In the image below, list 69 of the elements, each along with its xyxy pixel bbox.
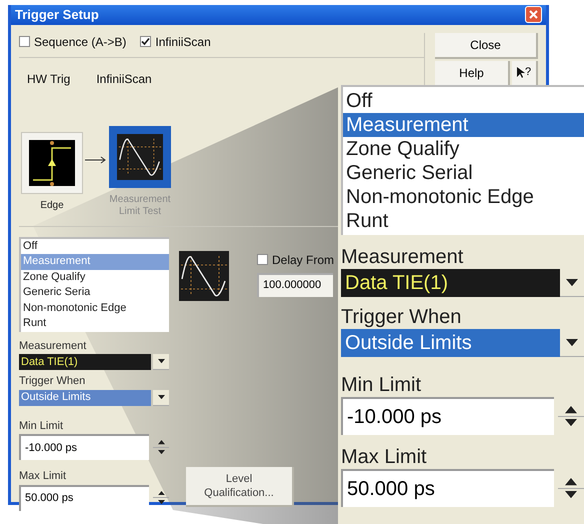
mode-list-item[interactable]: Off (21, 238, 169, 254)
checkbox-label: Delay From (272, 252, 334, 268)
field-label: Measurement (341, 245, 464, 269)
down-arrow-icon (566, 338, 578, 346)
option-label: Sequence (A->B) (34, 34, 126, 50)
mode-list-item[interactable]: Generic Serial (343, 161, 584, 185)
up-arrow-icon (158, 440, 164, 444)
close-icon[interactable] (525, 6, 542, 24)
number-field[interactable]: -10.000 ps (341, 397, 554, 435)
help-button[interactable]: Help (435, 60, 510, 86)
up-arrow-icon (565, 478, 577, 486)
mode-list-item[interactable]: Off (343, 89, 584, 113)
down-arrow-icon (565, 490, 577, 498)
field-label: Max Limit (341, 445, 428, 469)
field-label: Min Limit (341, 373, 422, 397)
window-title: Trigger Setup (15, 6, 99, 24)
option-label: InfiniiScan (155, 34, 211, 50)
spin-up-button[interactable] (558, 476, 584, 488)
spin-up-button[interactable] (153, 488, 169, 498)
pointer-icon (516, 66, 525, 78)
dropdown-field[interactable]: Data TIE(1) (341, 269, 560, 297)
mode-list-item[interactable]: Measurement (343, 113, 584, 137)
waveform-icon (117, 134, 163, 180)
field-label: Measurement (19, 338, 88, 354)
spin-up-button[interactable] (558, 404, 584, 416)
down-arrow-icon (158, 450, 164, 454)
spin-up-button[interactable] (153, 438, 169, 448)
dropdown-field[interactable]: Data TIE(1) (19, 354, 151, 370)
down-arrow-icon (158, 359, 164, 364)
down-arrow-icon (566, 278, 578, 286)
mode-list-item[interactable]: Zone Qualify (343, 137, 584, 161)
mode-list-item[interactable]: Generic Seria (21, 285, 169, 300)
checkbox[interactable] (140, 36, 152, 47)
field-label: Trigger When (19, 374, 86, 389)
stage-label: Edge (40, 200, 64, 212)
number-field[interactable]: 50.000 ps (19, 484, 149, 510)
close-button[interactable]: Close (435, 32, 538, 58)
dropdown-button[interactable] (153, 354, 169, 370)
number-field[interactable]: -10.000 ps (19, 434, 149, 460)
up-arrow-icon (158, 490, 164, 495)
down-arrow-icon (158, 394, 164, 400)
mode-list-item[interactable]: Non-monotonic Edge (343, 185, 584, 209)
mode-list-item[interactable]: Runt (343, 209, 584, 233)
column-header: InfiniiScan (96, 70, 152, 88)
field-label: Trigger When (341, 305, 462, 329)
mode-list-item[interactable]: Zone Qualify (21, 270, 169, 285)
number-field[interactable]: 50.000 ps (341, 469, 554, 507)
level-qualification-button[interactable]: Level Qualification... (186, 466, 294, 506)
field-label: Max Limit (19, 469, 68, 484)
dropdown-field[interactable]: Outside Limits (19, 390, 151, 406)
dropdown-field[interactable]: Outside Limits (341, 329, 560, 357)
delay-field[interactable]: 100.000000 (257, 272, 333, 296)
whats-this-button[interactable]: ? (512, 60, 538, 86)
mode-list-item[interactable]: Non-monotonic Edge (21, 300, 169, 316)
waveform-icon (179, 250, 229, 300)
up-arrow-icon (565, 406, 577, 414)
trigger-stage-button[interactable] (109, 126, 171, 188)
stage-label: Measurement Limit Test (108, 194, 172, 218)
checkbox[interactable] (257, 254, 268, 265)
column-header: HW Trig (27, 70, 70, 88)
dropdown-button[interactable] (153, 390, 169, 406)
arrow-icon (85, 156, 107, 164)
mode-list-item[interactable]: Runt (21, 316, 169, 332)
edge-trigger-icon (29, 140, 75, 186)
down-arrow-icon (565, 418, 577, 426)
field-label: Min Limit (19, 418, 64, 434)
trigger-stage-button[interactable] (21, 132, 83, 194)
down-arrow-icon (158, 500, 164, 504)
checkbox[interactable] (19, 36, 30, 47)
